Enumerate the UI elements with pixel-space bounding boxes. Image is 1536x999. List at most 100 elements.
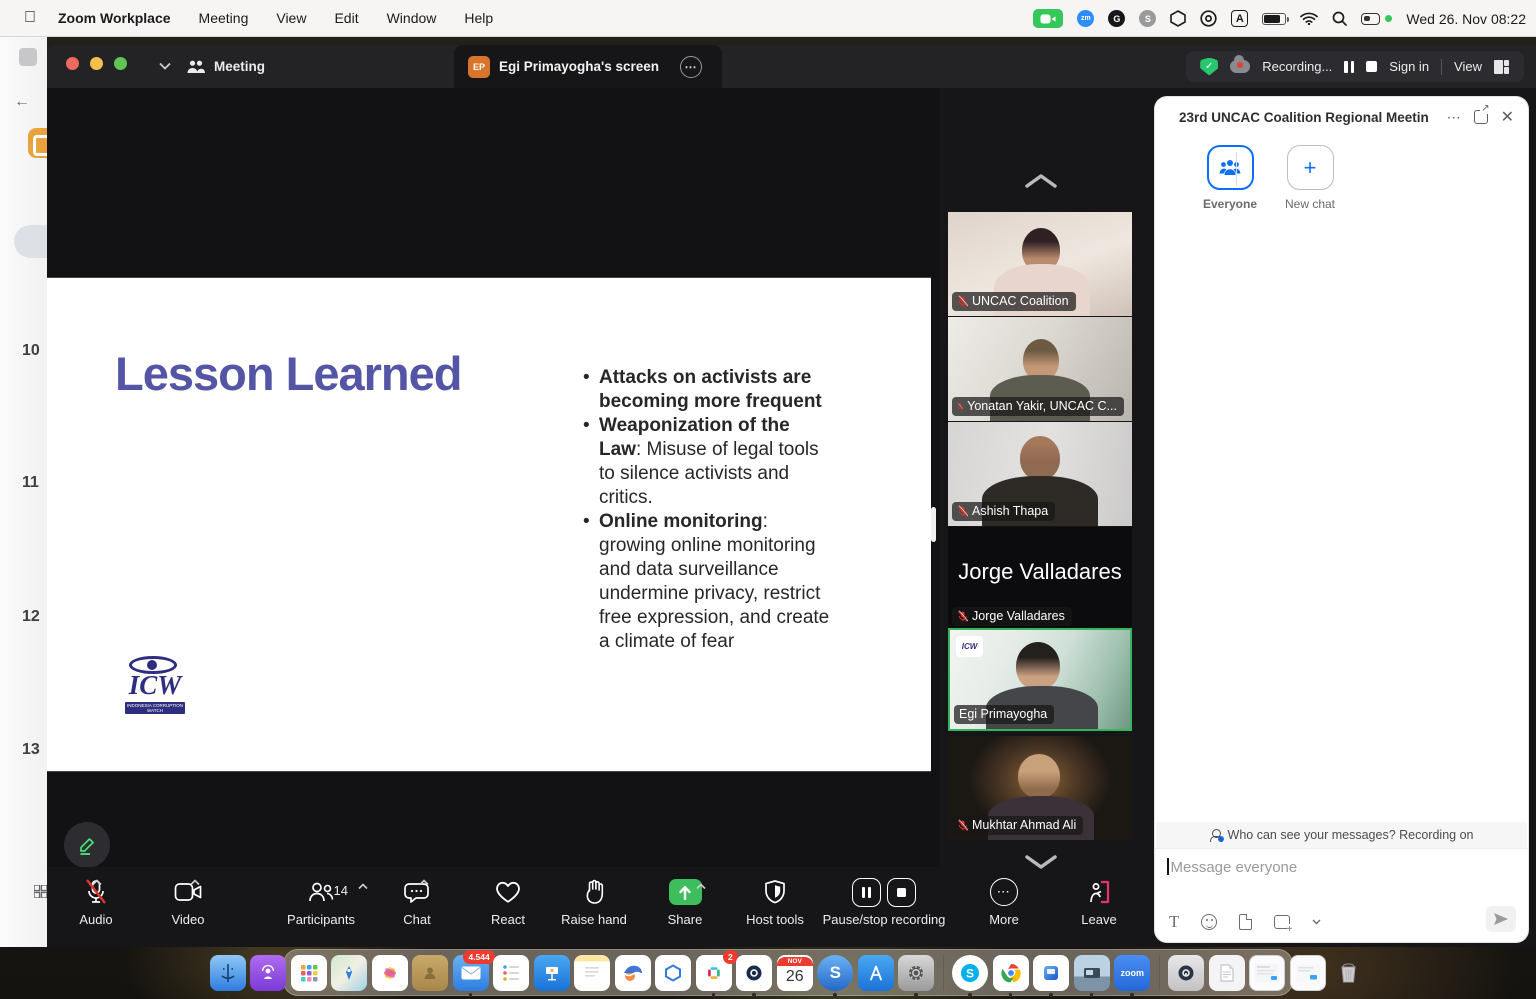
- dock-one-password-alt-icon[interactable]: [1168, 955, 1204, 991]
- dock-photos-icon[interactable]: [372, 955, 408, 991]
- dock-calendar-icon[interactable]: NOV26: [777, 955, 813, 991]
- input-source-icon[interactable]: A: [1231, 10, 1248, 27]
- chat-button[interactable]: Chat: [372, 875, 462, 927]
- camera-active-indicator[interactable]: [1033, 9, 1063, 28]
- share-options-chevron[interactable]: [696, 883, 706, 890]
- dock-wave-app-icon[interactable]: [615, 955, 651, 991]
- security-shield-icon[interactable]: ✓: [1200, 58, 1218, 76]
- video-button[interactable]: Video: [143, 875, 233, 927]
- menu-meeting[interactable]: Meeting: [199, 10, 249, 26]
- pause-recording-button[interactable]: [852, 878, 881, 907]
- apple-menu-icon[interactable]: : [24, 9, 36, 27]
- emoji-icon[interactable]: [1201, 914, 1217, 930]
- close-chat-icon[interactable]: ✕: [1501, 107, 1514, 127]
- chat-more-options-icon[interactable]: ⋯: [1447, 109, 1461, 126]
- view-layout-icon[interactable]: [1494, 60, 1510, 74]
- video-tile-egi-active[interactable]: ICW Egi Primayogha: [948, 628, 1132, 731]
- tab-shared-screen[interactable]: EP Egi Primayogha's screen ⋯: [454, 45, 722, 88]
- react-button[interactable]: React: [463, 875, 553, 927]
- wifi-icon[interactable]: [1300, 12, 1318, 25]
- raise-hand-button[interactable]: Raise hand: [549, 875, 639, 927]
- chat-tab-everyone[interactable]: Everyone: [1195, 145, 1265, 211]
- back-arrow-icon[interactable]: ←: [14, 93, 30, 111]
- pause-recording-icon[interactable]: [1344, 61, 1354, 73]
- dock-notes-icon[interactable]: [574, 955, 610, 991]
- battery-icon[interactable]: [1262, 13, 1286, 25]
- participants-button[interactable]: 14 Participants: [266, 875, 376, 927]
- dock-reminders-icon[interactable]: [493, 955, 529, 991]
- scroll-down-chevron[interactable]: [1024, 853, 1058, 871]
- stop-recording-icon[interactable]: [1366, 61, 1377, 72]
- video-tile-yonatan[interactable]: Yonatan Yakir, UNCAC C...: [948, 317, 1132, 421]
- tab-options-icon[interactable]: ⋯: [680, 56, 702, 78]
- control-center-icon[interactable]: [1361, 13, 1380, 25]
- chat-privacy-notice[interactable]: Who can see your messages? Recording on: [1156, 822, 1527, 848]
- chat-message-list[interactable]: [1155, 231, 1528, 822]
- dock-minimized-window-2[interactable]: [1290, 955, 1326, 991]
- dock-hexagon-app-icon[interactable]: [655, 955, 691, 991]
- dock-trash-icon[interactable]: [1330, 955, 1366, 991]
- video-tile-jorge[interactable]: Jorge Valladares Jorge Valladares: [948, 527, 1132, 631]
- screenshot-icon[interactable]: [1274, 915, 1290, 929]
- dock-settings-icon[interactable]: [898, 955, 934, 991]
- dock-s-app-icon[interactable]: S: [817, 955, 853, 991]
- dock-document-file-icon[interactable]: [1209, 955, 1245, 991]
- video-options-chevron[interactable]: [190, 879, 200, 886]
- fullscreen-window-button[interactable]: [114, 57, 127, 70]
- scroll-indicator[interactable]: [931, 507, 936, 542]
- annotate-button[interactable]: [64, 822, 110, 868]
- dock-slack-icon[interactable]: 2: [696, 955, 732, 991]
- one-password-menubar-icon[interactable]: [1200, 10, 1217, 27]
- message-input[interactable]: Message everyone: [1167, 858, 1297, 876]
- send-message-button[interactable]: [1486, 906, 1516, 932]
- dock-launchpad-icon[interactable]: [291, 955, 327, 991]
- dock-blue-window-app-icon[interactable]: [1033, 955, 1069, 991]
- pop-out-icon[interactable]: [1474, 110, 1488, 124]
- sign-in-button[interactable]: Sign in: [1389, 59, 1429, 74]
- menu-window[interactable]: Window: [387, 10, 437, 26]
- video-tile-mukhtar[interactable]: Mukhtar Ahmad Ali: [948, 736, 1132, 840]
- dock-finder-icon[interactable]: [210, 955, 246, 991]
- chevron-down-icon[interactable]: [159, 62, 171, 70]
- dock-zoom-icon[interactable]: zoom: [1114, 955, 1150, 991]
- dock-contacts-icon[interactable]: [412, 955, 448, 991]
- grid-view-icon[interactable]: [34, 885, 47, 898]
- audio-options-chevron[interactable]: [92, 879, 102, 886]
- stop-recording-button[interactable]: [887, 878, 916, 907]
- s-menubar-icon[interactable]: S: [1139, 10, 1156, 27]
- leave-button[interactable]: Leave: [1054, 875, 1144, 927]
- grammarly-icon[interactable]: G: [1108, 10, 1125, 27]
- minimize-window-button[interactable]: [90, 57, 103, 70]
- dock-mail-icon[interactable]: 4.544: [453, 955, 489, 991]
- tab-meeting[interactable]: Meeting: [187, 45, 265, 88]
- dock-app-store-icon[interactable]: [858, 955, 894, 991]
- zoom-menubar-icon[interactable]: zm: [1077, 10, 1094, 27]
- more-input-options-chevron[interactable]: [1312, 919, 1321, 925]
- dock-podcasts-icon[interactable]: [250, 955, 286, 991]
- video-tile-ashish[interactable]: Ashish Thapa: [948, 422, 1132, 526]
- more-button[interactable]: ⋯ More: [959, 875, 1049, 927]
- dock-minimized-window-1[interactable]: [1249, 955, 1285, 991]
- menu-clock[interactable]: Wed 26. Nov 08:22: [1406, 11, 1526, 27]
- dock-screen-preview-icon[interactable]: [1074, 955, 1110, 991]
- spotlight-icon[interactable]: [1332, 11, 1347, 26]
- dock-chrome-icon[interactable]: [993, 955, 1029, 991]
- dock-skype-icon[interactable]: S: [952, 955, 988, 991]
- menu-help[interactable]: Help: [464, 10, 493, 26]
- menu-edit[interactable]: Edit: [334, 10, 358, 26]
- view-button[interactable]: View: [1454, 59, 1482, 74]
- attach-file-icon[interactable]: [1239, 914, 1252, 930]
- participants-options-chevron[interactable]: [358, 883, 368, 890]
- scroll-up-chevron[interactable]: [1024, 172, 1058, 190]
- chat-options-chevron[interactable]: [419, 879, 429, 886]
- share-button[interactable]: Share: [640, 875, 730, 927]
- dock-keynote-icon[interactable]: [534, 955, 570, 991]
- pause-stop-recording-button[interactable]: Pause/stop recording: [799, 875, 969, 927]
- video-tile-uncac[interactable]: UNCAC Coalition: [948, 212, 1132, 316]
- menu-view[interactable]: View: [276, 10, 306, 26]
- menu-app-name[interactable]: Zoom Workplace: [58, 10, 171, 26]
- dock-maps-icon[interactable]: [331, 955, 367, 991]
- hexagon-app-icon[interactable]: [1170, 10, 1186, 27]
- audio-button[interactable]: Audio: [51, 875, 141, 927]
- dock-one-password-icon[interactable]: [736, 955, 772, 991]
